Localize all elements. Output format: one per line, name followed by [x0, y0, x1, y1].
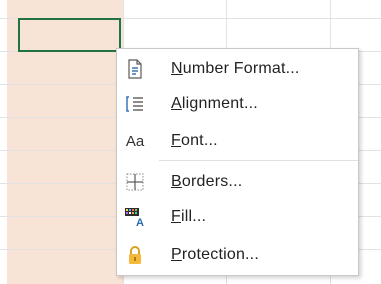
- menu-item-label: Number Format...: [171, 60, 300, 77]
- menu-item-label: Alignment...: [171, 95, 258, 112]
- borders-icon: [123, 170, 147, 194]
- fill-icon: A: [123, 205, 147, 229]
- number-format-icon: [123, 57, 147, 81]
- menu-item-borders[interactable]: Borders...: [117, 165, 358, 199]
- lock-icon: [123, 243, 147, 267]
- format-context-menu: Number Format... Alignment... Aa Font...: [116, 48, 359, 276]
- menu-item-number-format[interactable]: Number Format...: [117, 52, 358, 86]
- menu-item-font[interactable]: Aa Font...: [117, 124, 358, 158]
- font-icon-glyph: Aa: [125, 132, 145, 150]
- menu-separator: [159, 160, 358, 161]
- menu-item-label: Borders...: [171, 173, 243, 190]
- menu-item-label: Fill...: [171, 208, 207, 225]
- menu-item-fill[interactable]: A Fill...: [117, 200, 358, 234]
- menu-item-label: Font...: [171, 132, 218, 149]
- alignment-icon: [123, 92, 147, 116]
- menu-item-label: Protection...: [171, 246, 259, 263]
- menu-item-protection[interactable]: Protection...: [117, 238, 358, 272]
- svg-text:A: A: [136, 217, 144, 228]
- font-icon: Aa: [123, 129, 147, 153]
- selected-cell[interactable]: [18, 18, 121, 52]
- menu-item-alignment[interactable]: Alignment...: [117, 87, 358, 121]
